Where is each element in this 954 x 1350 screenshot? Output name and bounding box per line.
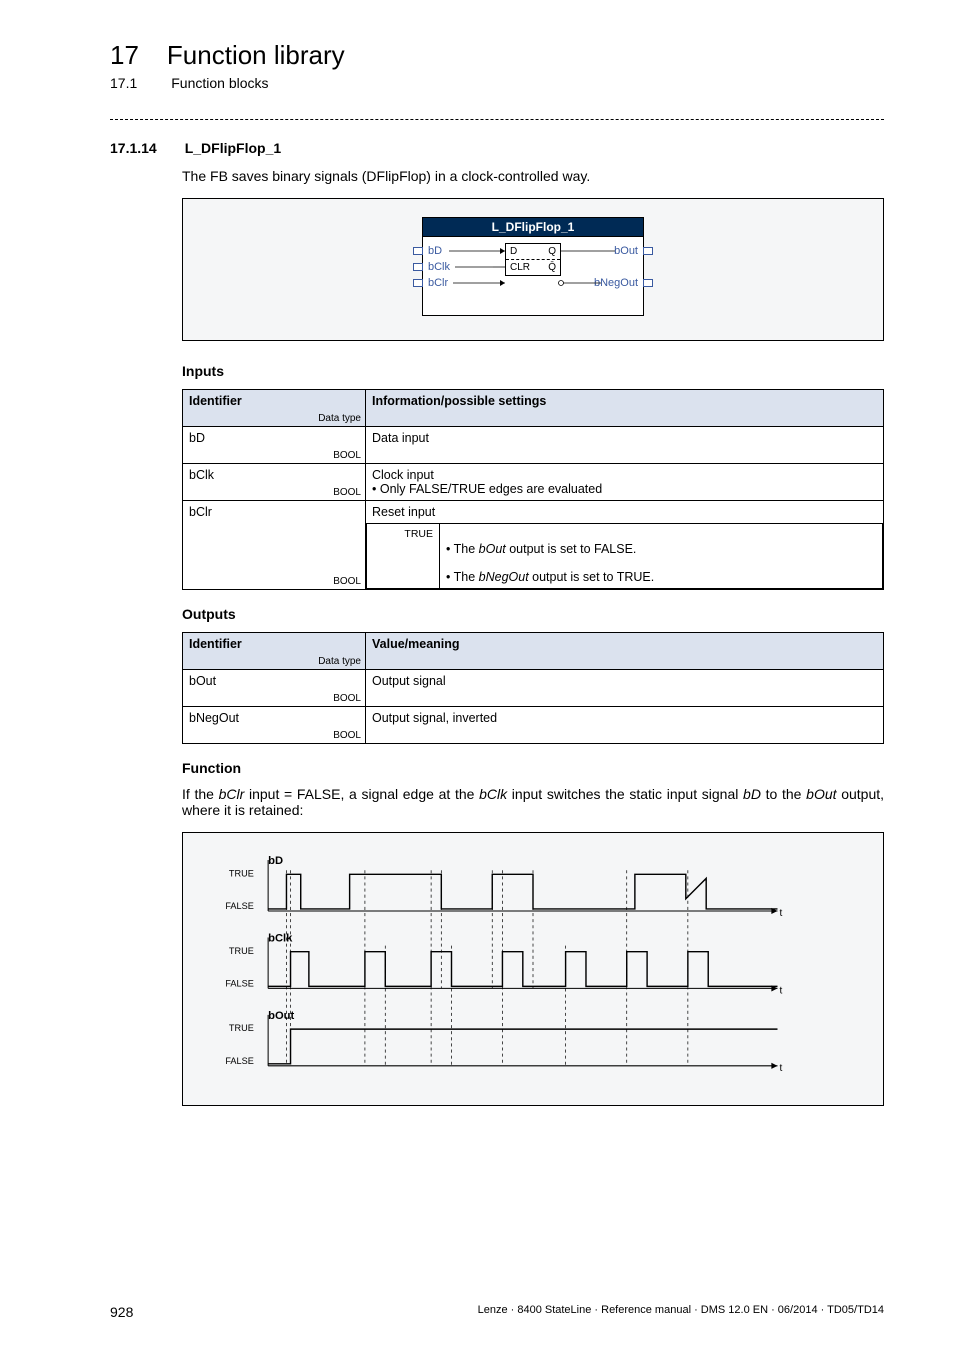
outputs-th-info: Value/meaning (366, 633, 884, 670)
table-row: bOut BOOL Output signal (183, 670, 884, 707)
port-bd: bD (428, 245, 442, 257)
inner-qbar-label: Q̄ (548, 262, 556, 273)
outputs-th-datatype: Data type (318, 656, 361, 667)
table-row: bNegOut BOOL Output signal, inverted (183, 707, 884, 744)
input-subval-line1: • The bOut output is set to FALSE. (446, 542, 636, 556)
input-subval-line2: • The bNegOut output is set to TRUE. (446, 570, 654, 584)
inner-d-label: D (510, 246, 517, 257)
output-ident: bOut (189, 674, 216, 688)
inner-q-label: Q (548, 246, 556, 257)
output-dtype: BOOL (333, 730, 361, 741)
section-number: 17.1.14 (110, 140, 157, 156)
table-row: bClk BOOL Clock input • Only FALSE/TRUE … (183, 464, 884, 501)
wave-t-label: t (780, 985, 783, 996)
block-diagram-container: L_DFlipFlop_1 bD bClk bClr bOut bNegOut (182, 198, 884, 341)
fb-title-bar: L_DFlipFlop_1 (422, 217, 644, 237)
wave-false-label: FALSE (225, 901, 254, 911)
page-footer: 928 Lenze · 8400 StateLine · Reference m… (110, 1304, 884, 1320)
function-heading: Function (182, 760, 884, 776)
port-stub-icon (413, 279, 423, 287)
input-info: Data input (366, 427, 884, 464)
port-stub-icon (413, 263, 423, 271)
port-stub-icon (643, 247, 653, 255)
port-bout: bOut (614, 245, 638, 257)
wave-label-bd: bD (268, 855, 283, 867)
function-text: If the bClr input = FALSE, a signal edge… (182, 786, 884, 818)
page-number: 928 (110, 1304, 133, 1320)
input-dtype: BOOL (333, 576, 361, 587)
doc-info: Lenze · 8400 StateLine · Reference manua… (478, 1304, 884, 1320)
port-stub-icon (413, 247, 423, 255)
fb-body: bD bClk bClr bOut bNegOut D (422, 237, 644, 316)
inputs-table: Identifier Data type Information/possibl… (182, 389, 884, 590)
wave-true-label: TRUE (229, 868, 254, 878)
input-ident: bClk (189, 468, 214, 482)
timing-diagram: bD TRUE FALSE t bClk TRUE FALSE (207, 847, 859, 1087)
output-info: Output signal (366, 670, 884, 707)
timing-diagram-container: bD TRUE FALSE t bClk TRUE FALSE (182, 832, 884, 1106)
output-info: Output signal, inverted (366, 707, 884, 744)
inputs-th-identifier: Identifier (189, 394, 242, 408)
outputs-th-identifier: Identifier (189, 637, 242, 651)
input-info: Clock input • Only FALSE/TRUE edges are … (366, 464, 884, 501)
input-dtype: BOOL (333, 450, 361, 461)
separator-dashed (110, 119, 884, 120)
input-dtype: BOOL (333, 487, 361, 498)
input-subkey: TRUE (367, 524, 440, 589)
output-ident: bNegOut (189, 711, 239, 725)
input-ident: bD (189, 431, 205, 445)
port-bclr: bClr (428, 277, 448, 289)
inputs-th-info: Information/possible settings (366, 390, 884, 427)
chapter-title: Function library (167, 40, 345, 71)
section-title: L_DFlipFlop_1 (185, 140, 281, 156)
wave-true-label: TRUE (229, 1023, 254, 1033)
wave-false-label: FALSE (225, 978, 254, 988)
output-dtype: BOOL (333, 693, 361, 704)
wave-t-label: t (780, 908, 783, 919)
port-stub-icon (643, 279, 653, 287)
port-bnegout: bNegOut (594, 277, 638, 289)
wave-t-label: t (780, 1063, 783, 1074)
wave-true-label: TRUE (229, 946, 254, 956)
wave-label-bclk: bClk (268, 933, 293, 945)
port-bclk: bClk (428, 261, 450, 273)
table-row: bD BOOL Data input (183, 427, 884, 464)
table-row: bClr BOOL Reset input TRUE • The bOut ou… (183, 501, 884, 590)
inner-clr-label: CLR (510, 262, 530, 273)
outputs-heading: Outputs (182, 606, 884, 622)
wave-false-label: FALSE (225, 1056, 254, 1066)
intro-text: The FB saves binary signals (DFlipFlop) … (182, 168, 884, 184)
input-info-top: Reset input (366, 501, 883, 523)
outputs-table: Identifier Data type Value/meaning bOut … (182, 632, 884, 744)
inputs-heading: Inputs (182, 363, 884, 379)
chapter-number: 17 (110, 40, 139, 71)
input-ident: bClr (189, 505, 212, 519)
subchapter-number: 17.1 (110, 75, 137, 91)
subchapter-title: Function blocks (171, 75, 268, 91)
inputs-th-datatype: Data type (318, 413, 361, 424)
